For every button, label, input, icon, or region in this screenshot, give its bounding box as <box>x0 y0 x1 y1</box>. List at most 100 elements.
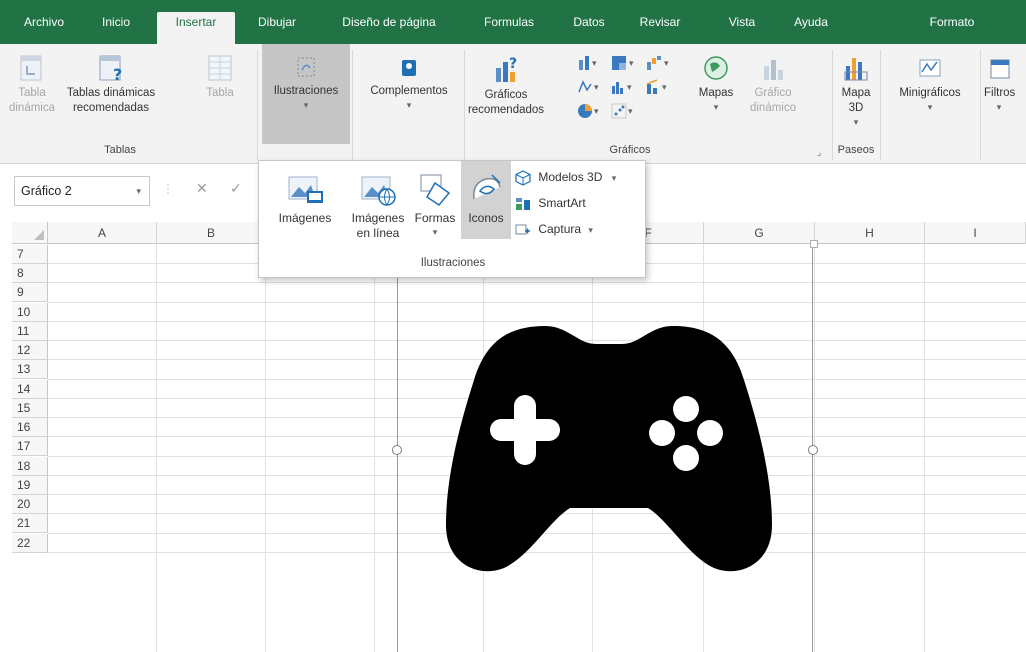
tab-vista[interactable]: Vista <box>720 12 764 44</box>
mapa-3d-button[interactable]: Mapa 3D ▾ <box>836 54 876 128</box>
tab-ayuda[interactable]: Ayuda <box>786 12 836 44</box>
complementos-label: Complementos <box>370 85 448 97</box>
ilustraciones-label: Ilustraciones <box>273 85 339 97</box>
modelos-3d-label: Modelos 3D <box>538 170 603 184</box>
row-header[interactable]: 11 <box>12 322 48 341</box>
game-controller-icon[interactable] <box>440 320 778 582</box>
row-header[interactable]: 17 <box>12 437 48 456</box>
row-header[interactable]: 18 <box>12 457 48 476</box>
chevron-down-icon: ▾ <box>996 102 1002 112</box>
name-box-value: Gráfico 2 <box>21 184 72 198</box>
combo-chart-icon[interactable]: ▾ <box>645 78 673 96</box>
statistic-chart-icon[interactable]: ▾ <box>610 78 638 96</box>
modelos-3d-button[interactable]: Modelos 3D ▾ <box>515 167 616 188</box>
scatter-chart-icon[interactable]: ▾ <box>610 102 638 120</box>
shapes-icon <box>420 174 451 206</box>
tab-insertar[interactable]: Insertar <box>157 12 235 44</box>
gridline <box>265 244 266 652</box>
column-header-i[interactable]: I <box>925 222 1026 244</box>
group-separator <box>832 50 833 160</box>
chevron-down-icon: ▾ <box>303 100 309 110</box>
cancel-icon[interactable]: ✕ <box>196 180 208 197</box>
row-header[interactable]: 9 <box>12 283 48 302</box>
name-box[interactable]: Gráfico 2 ▾ <box>14 176 150 206</box>
grafico-dinamico-button[interactable]: Gráfico dinámico <box>744 54 802 116</box>
row-header[interactable]: 21 <box>12 514 48 533</box>
more-icon: ⋮ <box>162 182 174 196</box>
ribbon: Tabla dinámica ? Tablas dinámicas recome… <box>0 44 1026 164</box>
svg-text:▾: ▾ <box>664 58 669 68</box>
enter-icon[interactable]: ✓ <box>230 180 242 197</box>
minigraficos-label: Minigráficos <box>899 87 961 99</box>
tabla-dinamica-button[interactable]: Tabla dinámica <box>4 54 60 116</box>
graficos-recomendados-button[interactable]: ? Gráficos recomendados <box>466 54 546 118</box>
select-all-corner[interactable] <box>12 222 48 244</box>
3d-map-icon <box>844 58 868 81</box>
column-header-h[interactable]: H <box>815 222 925 244</box>
svg-text:▾: ▾ <box>594 82 599 92</box>
tablas-dinamicas-recomendadas-button[interactable]: ? Tablas dinámicas recomendadas <box>58 54 164 116</box>
chevron-down-icon: ▾ <box>611 173 617 183</box>
column-header-a[interactable]: A <box>48 222 157 244</box>
captura-button[interactable]: Captura ▾ <box>515 219 593 240</box>
add-ins-icon <box>402 60 416 76</box>
row-header[interactable]: 12 <box>12 341 48 360</box>
tab-revisar[interactable]: Revisar <box>634 12 686 44</box>
icons-icon <box>473 174 501 200</box>
tab-diseno-de-pagina[interactable]: Diseño de página <box>330 12 448 44</box>
resize-handle[interactable] <box>392 445 402 455</box>
graficos-recomendados-label: Gráficos recomendados <box>467 89 545 116</box>
row-header[interactable]: 8 <box>12 264 48 283</box>
svg-text:▾: ▾ <box>662 82 667 92</box>
sparklines-icon <box>919 59 941 77</box>
tabla-button[interactable]: Tabla <box>200 54 240 101</box>
complementos-button[interactable]: Complementos ▾ <box>356 54 462 111</box>
row-header[interactable]: 15 <box>12 399 48 418</box>
pie-chart-icon[interactable]: ▾ <box>577 102 605 120</box>
row-header[interactable]: 19 <box>12 476 48 495</box>
chevron-down-icon[interactable]: ▾ <box>136 177 141 205</box>
mapas-button[interactable]: Mapas ▾ <box>692 54 740 113</box>
chevron-down-icon: ▾ <box>432 227 438 237</box>
smartart-button[interactable]: SmartArt <box>515 193 586 213</box>
filtros-button[interactable]: Filtros ▾ <box>984 54 1026 113</box>
pivot-table-icon <box>20 55 42 81</box>
chevron-down-icon: ▾ <box>588 225 593 235</box>
minigraficos-button[interactable]: Minigráficos ▾ <box>884 54 976 113</box>
imagenes-button[interactable]: Imágenes <box>263 169 347 226</box>
row-header[interactable]: 14 <box>12 380 48 399</box>
ilustraciones-button[interactable]: Ilustraciones ▾ <box>262 44 350 144</box>
tab-formato[interactable]: Formato <box>918 12 986 44</box>
waterfall-chart-icon[interactable]: ▾ <box>645 54 673 72</box>
row-header[interactable]: 20 <box>12 495 48 514</box>
tab-archivo[interactable]: Archivo <box>14 12 74 44</box>
resize-handle[interactable] <box>808 445 818 455</box>
column-chart-icon[interactable]: ▾ <box>577 54 605 72</box>
row-header[interactable]: 7 <box>12 245 48 264</box>
row-header[interactable]: 13 <box>12 360 48 379</box>
imagenes-en-linea-label: Imágenes en línea <box>351 211 405 240</box>
tablas-dinamicas-recomendadas-label: Tablas dinámicas recomendadas <box>66 87 156 114</box>
tab-inicio[interactable]: Inicio <box>94 12 138 44</box>
dialog-launcher-icon[interactable]: ⌟ <box>817 147 821 158</box>
tab-datos[interactable]: Datos <box>566 12 612 44</box>
row-header[interactable]: 16 <box>12 418 48 437</box>
column-header-b[interactable]: B <box>157 222 266 244</box>
gridline <box>374 244 375 652</box>
tab-dibujar[interactable]: Dibujar <box>252 12 302 44</box>
row-header[interactable]: 22 <box>12 534 48 553</box>
row-header[interactable]: 10 <box>12 303 48 322</box>
imagenes-en-linea-button[interactable]: Imágenes en línea <box>347 169 409 241</box>
chevron-down-icon: ▾ <box>406 100 412 110</box>
chevron-down-icon: ▾ <box>853 117 859 127</box>
triangle-icon <box>34 230 44 240</box>
table-icon <box>208 55 232 81</box>
resize-handle[interactable] <box>810 240 818 248</box>
tab-formulas[interactable]: Formulas <box>476 12 542 44</box>
column-header-g[interactable]: G <box>704 222 815 244</box>
paseos-group-label: Paseos <box>837 144 875 156</box>
formas-button[interactable]: Formas ▾ <box>409 169 461 238</box>
iconos-button[interactable]: Iconos <box>461 161 511 239</box>
hierarchy-chart-icon[interactable]: ▾ <box>610 54 638 72</box>
line-chart-icon[interactable]: ▾ <box>577 78 605 96</box>
